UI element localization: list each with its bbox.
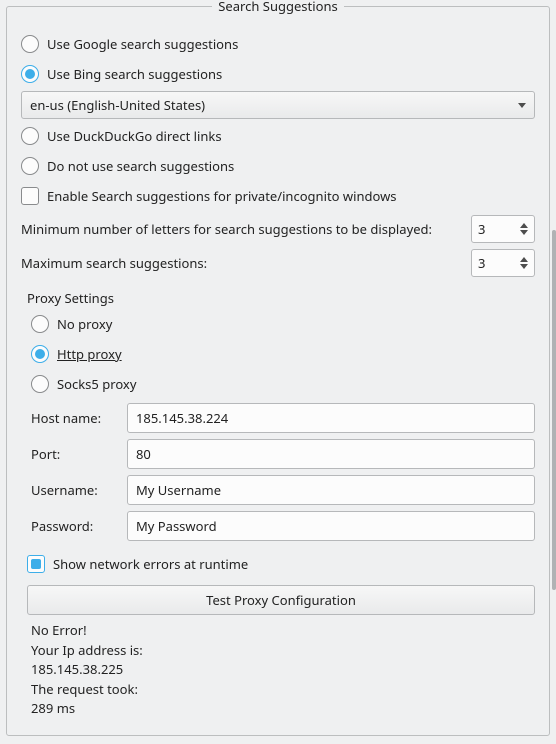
radio-google-label: Use Google search suggestions — [47, 35, 238, 53]
max-suggestions-label: Maximum search suggestions: — [21, 254, 207, 272]
radio-none[interactable]: Do not use search suggestions — [21, 153, 535, 179]
host-input[interactable] — [127, 403, 535, 433]
checkbox-show-errors[interactable]: Show network errors at runtime — [27, 551, 535, 577]
result-line: Your Ip address is: — [31, 641, 531, 661]
max-suggestions-value: 3 — [478, 254, 485, 272]
radio-icon — [31, 315, 49, 333]
radio-icon — [21, 35, 39, 53]
proxy-test-result: No Error! Your Ip address is: 185.145.38… — [31, 621, 531, 719]
min-letters-spinbox[interactable]: 3 — [471, 215, 535, 243]
radio-icon — [21, 157, 39, 175]
radio-ddg-label: Use DuckDuckGo direct links — [47, 127, 222, 145]
result-line: 185.145.38.225 — [31, 660, 531, 680]
spin-arrows[interactable] — [520, 257, 528, 269]
radio-icon — [31, 345, 49, 363]
radio-bing-label: Use Bing search suggestions — [47, 65, 222, 83]
radio-duckduckgo[interactable]: Use DuckDuckGo direct links — [21, 123, 535, 149]
radio-icon — [21, 65, 39, 83]
radio-no-proxy[interactable]: No proxy — [31, 311, 535, 337]
test-proxy-button[interactable]: Test Proxy Configuration — [27, 585, 535, 615]
port-label: Port: — [27, 445, 119, 463]
locale-combo[interactable]: en-us (English-United States) — [21, 91, 535, 119]
proxy-settings-heading: Proxy Settings — [27, 289, 535, 307]
radio-socks5-proxy[interactable]: Socks5 proxy — [31, 371, 535, 397]
group-title-text: Search Suggestions — [212, 0, 343, 15]
checkbox-icon — [27, 555, 45, 573]
password-input[interactable] — [127, 511, 535, 541]
radio-http-proxy[interactable]: Http proxy — [31, 341, 535, 367]
radio-icon — [21, 127, 39, 145]
result-line: No Error! — [31, 621, 531, 641]
username-label: Username: — [27, 481, 119, 499]
checkbox-private-suggestions[interactable]: Enable Search suggestions for private/in… — [21, 183, 535, 209]
radio-google[interactable]: Use Google search suggestions — [21, 31, 535, 57]
checkbox-icon — [21, 187, 39, 205]
result-line: 289 ms — [31, 699, 531, 719]
search-suggestions-group: Search Suggestions Use Google search sug… — [6, 6, 550, 736]
radio-socks5-proxy-label: Socks5 proxy — [57, 375, 136, 393]
spin-arrows[interactable] — [520, 223, 528, 235]
chevron-down-icon — [518, 103, 526, 108]
locale-selected: en-us (English-United States) — [30, 96, 205, 114]
password-label: Password: — [27, 517, 119, 535]
radio-bing[interactable]: Use Bing search suggestions — [21, 61, 535, 87]
radio-http-proxy-label: Http proxy — [57, 345, 122, 363]
max-suggestions-spinbox[interactable]: 3 — [471, 249, 535, 277]
scrollbar-track[interactable] — [552, 230, 556, 590]
radio-no-proxy-label: No proxy — [57, 315, 112, 333]
chevron-down-icon — [520, 264, 528, 269]
chevron-up-icon — [520, 223, 528, 228]
min-letters-value: 3 — [478, 220, 485, 238]
username-input[interactable] — [127, 475, 535, 505]
port-input[interactable] — [127, 439, 535, 469]
group-title: Search Suggestions — [7, 6, 549, 24]
chevron-up-icon — [520, 257, 528, 262]
checkbox-private-label: Enable Search suggestions for private/in… — [47, 187, 397, 205]
result-line: The request took: — [31, 680, 531, 700]
chevron-down-icon — [520, 230, 528, 235]
checkbox-show-errors-label: Show network errors at runtime — [53, 555, 248, 573]
min-letters-label: Minimum number of letters for search sug… — [21, 220, 432, 238]
radio-icon — [31, 375, 49, 393]
host-label: Host name: — [27, 409, 119, 427]
radio-none-label: Do not use search suggestions — [47, 157, 234, 175]
